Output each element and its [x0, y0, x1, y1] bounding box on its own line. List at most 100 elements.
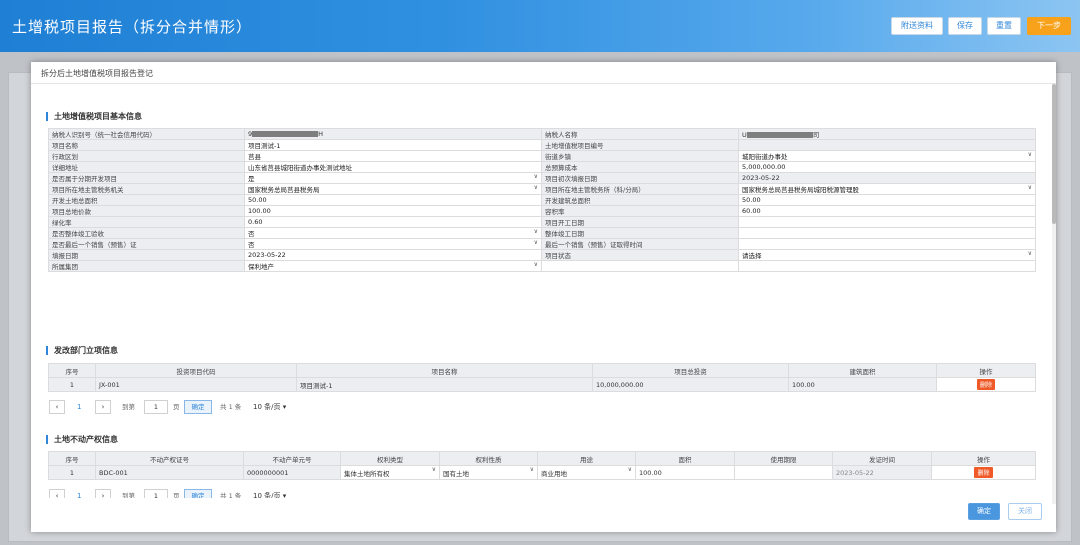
land-pager-next-button[interactable]: › [95, 489, 111, 498]
land-use-select[interactable]: 商业用地 ∨ [537, 465, 636, 480]
column-header: 不动产权证号 [95, 451, 244, 466]
land-pager-size-value: 10 条/页 [253, 492, 281, 498]
field-value[interactable]: U司 [738, 128, 1036, 140]
chevron-down-icon: ∨ [533, 184, 538, 192]
field-value[interactable]: 0.60 [244, 216, 542, 228]
pager-page-input[interactable]: 1 [144, 400, 168, 414]
dialog-confirm-button[interactable]: 确定 [968, 503, 1000, 520]
field-value[interactable] [738, 227, 1036, 239]
field-label-text: 所属集团 [52, 263, 78, 271]
field-label: 详细地址 [48, 161, 245, 173]
land-pager: ‹ 1 › 到第 1 页 确定 共 1 条 10 条/页 ▾ [48, 489, 348, 498]
field-label: 项目开工日期 [541, 216, 739, 228]
land-section-title: 土地不动产权信息 [46, 435, 118, 444]
field-value[interactable] [738, 216, 1036, 228]
field-value[interactable]: 城阳街道办事处 ∨ [738, 150, 1036, 162]
attach-materials-button[interactable]: 附送资料 [891, 17, 943, 35]
area-cell[interactable]: 100.00 [635, 465, 735, 480]
chevron-down-icon: ∨ [1027, 184, 1032, 192]
field-value[interactable]: 50.00 [244, 194, 542, 206]
save-button[interactable]: 保存 [948, 17, 982, 35]
land-pager-goto-label: 到第 [122, 492, 135, 498]
land-pager-confirm-button[interactable]: 确定 [184, 489, 212, 498]
field-value[interactable]: 山东省莒县城阳街道办事处测试地址 [244, 161, 542, 173]
field-value[interactable]: 项目测试-1 [244, 139, 542, 151]
field-label-text: 开发土地总面积 [52, 197, 98, 205]
field-value[interactable]: 否 ∨ [244, 238, 542, 250]
field-value[interactable]: 2023-05-22 [244, 249, 542, 261]
field-value[interactable]: 国家税务总局莒县税务局 ∨ [244, 183, 542, 195]
empty-cell [541, 260, 739, 272]
field-value[interactable]: 是 ∨ [244, 172, 542, 184]
field-value-text: 保利地产 [248, 263, 274, 271]
unit-number-cell[interactable]: 0000000001 [243, 465, 341, 480]
field-value[interactable]: 50.00 [738, 194, 1036, 206]
field-label: 是否整体竣工验收 [48, 227, 245, 239]
column-header: 建筑面积 [788, 363, 937, 378]
issue-date-cell[interactable]: 2023-05-22 [832, 465, 932, 480]
field-value[interactable] [738, 260, 1036, 272]
delete-button[interactable]: 删除 [976, 379, 995, 390]
field-value-text: 2023-05-22 [742, 174, 780, 182]
right-type-select[interactable]: 集体土地所有权 ∨ [340, 465, 440, 480]
property-cert-cell[interactable]: BDC-001 [95, 465, 244, 480]
field-value[interactable]: 请选择 ∨ [738, 249, 1036, 261]
field-label-text: 项目初次填报日期 [545, 175, 597, 183]
field-value[interactable] [738, 238, 1036, 250]
pager-current-page[interactable]: 1 [77, 400, 81, 414]
field-label: 整体竣工日期 [541, 227, 739, 239]
field-value[interactable]: 100.00 [244, 205, 542, 217]
table-row: 1 BDC-001 0000000001 集体土地所有权 ∨ 国有土地 ∨ 商业用地 ∨ 100.… [48, 465, 1036, 480]
field-value-text: 是 [248, 175, 255, 183]
field-label: 项目所在地主管税务机关 [48, 183, 245, 195]
total-investment-cell[interactable]: 10,000,000.00 [592, 377, 789, 392]
operation-cell: 删除 [936, 377, 1036, 392]
field-label: 街道乡镇 [541, 150, 739, 162]
dialog-scrollbar-thumb[interactable] [1052, 84, 1056, 224]
project-code-cell[interactable]: JX-001 [95, 377, 297, 392]
field-value[interactable]: 9H [244, 128, 542, 140]
field-value[interactable]: 5,000,000.00 [738, 161, 1036, 173]
field-value-text: 否 [248, 230, 255, 238]
land-pager-size-select[interactable]: 10 条/页 ▾ [253, 489, 305, 498]
field-value[interactable]: 否 ∨ [244, 227, 542, 239]
pager-size-select[interactable]: 10 条/页 ▾ [253, 400, 305, 414]
field-value-text: 50.00 [248, 196, 267, 204]
field-value[interactable]: 2023-05-22 [738, 172, 1036, 184]
delete-button[interactable]: 删除 [974, 467, 993, 478]
field-value[interactable] [738, 139, 1036, 151]
right-nature-select[interactable]: 国有土地 ∨ [439, 465, 538, 480]
field-label: 开发建筑总面积 [541, 194, 739, 206]
field-value[interactable]: 国家税务总局莒县税务局城阳税源管理股 ∨ [738, 183, 1036, 195]
land-pager-prev-button[interactable]: ‹ [49, 489, 65, 498]
field-value-text: 2023-05-22 [248, 251, 286, 259]
reset-button[interactable]: 重置 [987, 17, 1021, 35]
pager-prev-button[interactable]: ‹ [49, 400, 65, 414]
column-header: 序号 [48, 363, 96, 378]
land-use-value: 商业用地 [541, 469, 567, 478]
field-value[interactable]: 60.00 [738, 205, 1036, 217]
field-label: 项目状态 [541, 249, 739, 261]
field-value-text: 100.00 [248, 207, 271, 215]
column-header: 发证时间 [832, 451, 932, 466]
pager-confirm-button[interactable]: 确定 [184, 400, 212, 414]
chevron-down-icon: ▾ [282, 403, 287, 411]
dialog-close-button[interactable]: 关闭 [1008, 503, 1042, 520]
next-step-button[interactable]: 下一步 [1027, 17, 1071, 35]
field-label: 项目初次填报日期 [541, 172, 739, 184]
field-label: 纳税人名称 [541, 128, 739, 140]
use-term-cell[interactable] [734, 465, 833, 480]
project-name-cell[interactable]: 项目测试-1 [296, 377, 593, 392]
field-label-text: 详细地址 [52, 164, 78, 172]
building-area-cell[interactable]: 100.00 [788, 377, 937, 392]
field-value-text: 请选择 [742, 252, 762, 260]
land-pager-current-page[interactable]: 1 [77, 489, 81, 498]
field-value-text: 0.60 [248, 218, 263, 226]
chevron-down-icon: ∨ [627, 466, 632, 474]
land-pager-page-input[interactable]: 1 [144, 489, 168, 498]
pager-next-button[interactable]: › [95, 400, 111, 414]
field-value[interactable]: 莒县 [244, 150, 542, 162]
chevron-down-icon: ∨ [1027, 151, 1032, 159]
field-label: 最后一个销售（预售）证取得时间 [541, 238, 739, 250]
field-value[interactable]: 保利地产 ∨ [244, 260, 542, 272]
